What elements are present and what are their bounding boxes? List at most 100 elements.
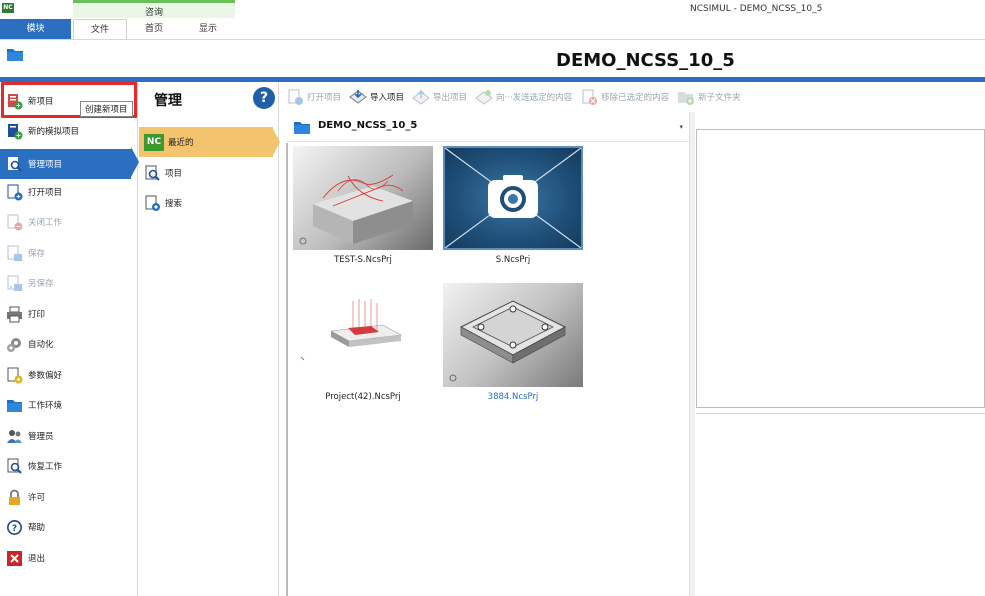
file-tile-3884[interactable]: 3884.NcsPrj — [443, 283, 583, 402]
tab-display[interactable]: 显示 — [181, 19, 235, 39]
import-project-button[interactable]: 导入项目 — [349, 86, 404, 108]
import-project-label: 导入项目 — [370, 93, 405, 103]
nc-badge-icon: NC — [144, 133, 164, 151]
window-title: NCSIMUL - DEMO_NCSS_10_5 — [690, 4, 823, 14]
file-thumbnail — [443, 283, 583, 387]
folder-icon[interactable] — [6, 47, 24, 62]
ribbon-context-group: 咨询 — [73, 0, 235, 18]
new-simulation-project-icon — [6, 123, 23, 140]
sidebar-item-label: 工作环境 — [28, 401, 63, 411]
sidebar: 新项目 新的模拟项目 管理项目 打开项目 关闭工作 保存 另保存 打印 自动化 … — [0, 82, 138, 596]
administrator-icon — [6, 428, 23, 445]
sidebar-item-label: 许可 — [28, 493, 46, 503]
file-thumbnail — [443, 146, 583, 250]
workspace-folder-icon — [6, 397, 23, 414]
open-project-label: 打开项目 — [307, 93, 342, 103]
folder-icon — [294, 122, 310, 134]
app-logo: NC — [2, 3, 14, 13]
import-project-icon — [349, 88, 367, 106]
restore-work-icon — [6, 458, 23, 475]
preview-pane — [696, 129, 985, 408]
file-name[interactable]: 3884.NcsPrj — [443, 392, 583, 402]
sidebar-item-label: 管理项目 — [28, 160, 63, 170]
sidebar-item-label: 自动化 — [28, 340, 54, 350]
title-bar: NC 咨询 NCSIMUL - DEMO_NCSS_10_5 模块 文件 首页 … — [0, 0, 985, 40]
manage-projects-icon — [6, 156, 23, 173]
sidebar-item-label: 保存 — [28, 249, 46, 259]
tab-module[interactable]: 模块 — [0, 19, 71, 39]
new-subfolder-label: 新子文件夹 — [698, 93, 741, 103]
sidebar-item-help[interactable]: ? 帮助 — [0, 515, 138, 539]
send-selected-button[interactable]: 向···发送选定的内容 — [475, 86, 572, 108]
management-title: 管理 — [154, 93, 182, 109]
file-name: TEST-S.NcsPrj — [334, 255, 392, 265]
sidebar-item-label: 参数偏好 — [28, 371, 63, 381]
sidebar-item-save-as[interactable]: 另保存 — [0, 271, 138, 295]
search-icon — [144, 195, 161, 212]
camera-placeholder-icon — [488, 175, 538, 218]
new-subfolder-icon — [677, 88, 695, 106]
project-header: DEMO_NCSS_10_5 — [0, 40, 985, 77]
sidebar-item-automation[interactable]: 自动化 — [0, 332, 138, 356]
active-item-arrow — [131, 147, 139, 177]
sidebar-item-label: 恢复工作 — [28, 462, 63, 472]
sidebar-item-preferences[interactable]: 参数偏好 — [0, 363, 138, 387]
management-item-label: 搜索 — [165, 199, 183, 209]
svg-text:?: ? — [12, 524, 17, 534]
file-tile-test-s[interactable]: TEST-S.NcsPrj — [293, 146, 433, 265]
sidebar-item-manage-projects[interactable]: 管理项目 — [0, 149, 131, 179]
sidebar-item-save[interactable]: 保存 — [0, 241, 138, 265]
sidebar-item-label: 退出 — [28, 554, 46, 564]
project-title: DEMO_NCSS_10_5 — [556, 50, 735, 71]
exit-icon — [6, 550, 23, 567]
save-icon — [6, 245, 23, 262]
tab-file[interactable]: 文件 — [73, 19, 127, 39]
sidebar-item-label: 另保存 — [28, 279, 54, 289]
management-item-projects[interactable]: 项目 — [139, 158, 273, 188]
file-grid-scrollbar[interactable] — [689, 112, 695, 596]
management-active-arrow — [272, 127, 280, 157]
close-work-icon — [6, 214, 23, 231]
export-project-button[interactable]: 导出项目 — [412, 86, 467, 108]
project-file-grid: TEST-S.NcsPrj S.NcsPrj Project(42).NcsPr… — [286, 143, 689, 596]
tab-home[interactable]: 首页 — [127, 19, 181, 39]
open-project-icon — [6, 184, 23, 201]
remove-selected-button[interactable]: 移除已选定的内容 — [580, 86, 669, 108]
remove-selected-icon — [580, 88, 598, 106]
export-project-icon — [412, 88, 430, 106]
folder-path-bar: DEMO_NCSS_10_5 ▾ — [286, 112, 689, 142]
sidebar-item-print[interactable]: 打印 — [0, 302, 138, 326]
sidebar-item-open-project[interactable]: 打开项目 — [0, 180, 138, 204]
file-thumbnail — [293, 283, 433, 387]
sidebar-item-label: 帮助 — [28, 523, 46, 533]
file-tile-project-42[interactable]: Project(42).NcsPrj — [293, 283, 433, 402]
new-project-tooltip: 创建新项目 — [80, 101, 133, 117]
sidebar-item-close-work[interactable]: 关闭工作 — [0, 210, 138, 234]
license-lock-icon — [6, 489, 23, 506]
sidebar-item-administrator[interactable]: 管理员 — [0, 424, 138, 448]
management-item-label: 最近的 — [168, 138, 194, 148]
sidebar-item-label: 关闭工作 — [28, 218, 63, 228]
new-subfolder-button[interactable]: 新子文件夹 — [677, 86, 741, 108]
sidebar-item-new-simulation-project[interactable]: 新的模拟项目 — [0, 119, 138, 143]
file-name: Project(42).NcsPrj — [325, 392, 401, 402]
sidebar-item-license[interactable]: 许可 — [0, 485, 138, 509]
sidebar-item-restore-work[interactable]: 恢复工作 — [0, 454, 138, 478]
automation-gear-icon — [6, 336, 23, 353]
chevron-down-icon[interactable]: ▾ — [679, 123, 683, 131]
open-project-icon — [286, 88, 304, 106]
ribbon-context-group-label: 咨询 — [144, 8, 163, 18]
sidebar-item-workspace[interactable]: 工作环境 — [0, 393, 138, 417]
details-pane — [696, 413, 985, 596]
management-item-recent[interactable]: NC 最近的 — [139, 127, 273, 157]
management-panel: 管理 ? NC 最近的 项目 搜索 — [139, 82, 279, 596]
sidebar-item-label: 打开项目 — [28, 188, 63, 198]
help-icon[interactable]: ? — [253, 87, 275, 109]
sidebar-item-exit[interactable]: 退出 — [0, 546, 138, 570]
save-as-icon — [6, 275, 23, 292]
open-project-button[interactable]: 打开项目 — [286, 86, 341, 108]
management-item-search[interactable]: 搜索 — [139, 188, 273, 218]
file-tile-s[interactable]: S.NcsPrj — [443, 146, 583, 265]
print-icon — [6, 306, 23, 323]
project-search-icon — [144, 165, 161, 182]
